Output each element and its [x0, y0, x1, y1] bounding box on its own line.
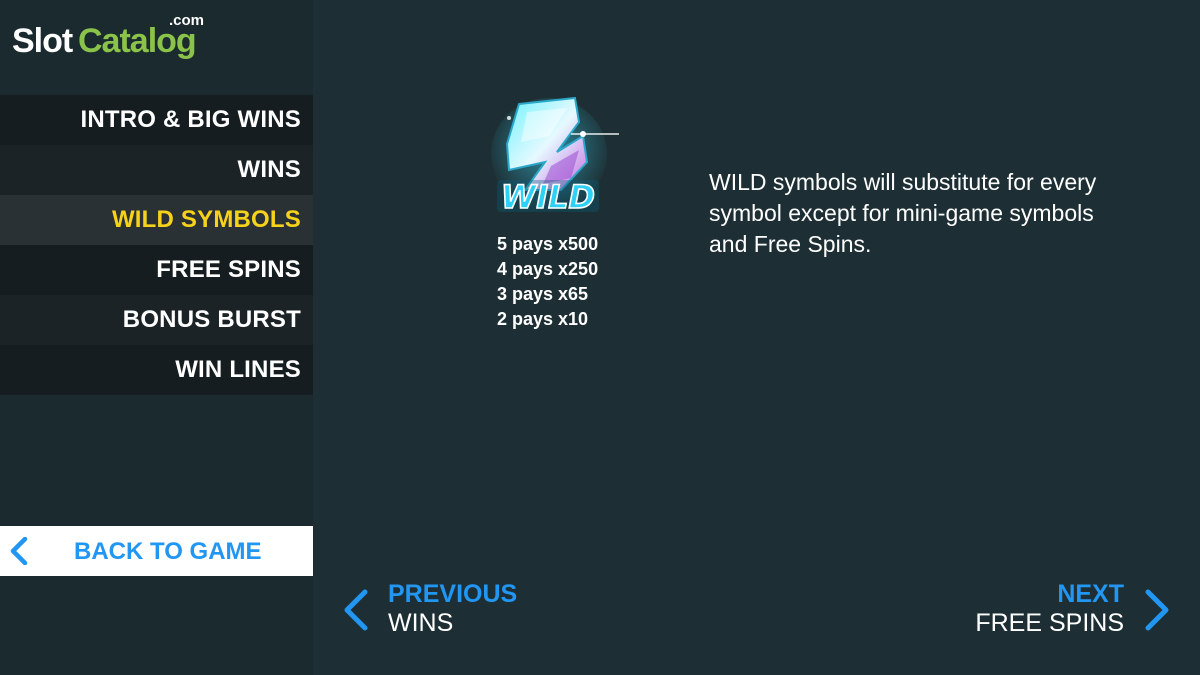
menu-item-bonus-burst[interactable]: BONUS BURST — [0, 295, 313, 345]
chevron-right-icon[interactable] — [1142, 588, 1172, 632]
chevron-left-icon — [10, 537, 28, 565]
pay-row-5: 5 pays x500 — [497, 234, 599, 254]
logo-text-com: .com — [169, 12, 205, 29]
section-menu: INTRO & BIG WINS WINS WILD SYMBOLS FREE … — [0, 95, 313, 395]
slotcatalog-logo: Slot Catalog .com — [12, 12, 222, 60]
menu-item-free-spins[interactable]: FREE SPINS — [0, 245, 313, 295]
paytable-screen: Slot Catalog .com INTRO & BIG WINS WINS … — [0, 0, 1200, 675]
menu-item-intro-big-wins[interactable]: INTRO & BIG WINS — [0, 95, 313, 145]
previous-button[interactable]: PREVIOUS — [388, 580, 517, 609]
sidebar: Slot Catalog .com INTRO & BIG WINS WINS … — [0, 0, 313, 675]
pay-row-3: 3 pays x65 — [497, 284, 589, 304]
menu-item-wild-symbols[interactable]: WILD SYMBOLS — [0, 195, 313, 245]
wild-description: WILD symbols will substitute for every s… — [709, 169, 1097, 257]
back-to-game-button[interactable]: BACK TO GAME — [0, 526, 313, 576]
back-to-game-label: BACK TO GAME — [74, 538, 262, 565]
next-button[interactable]: NEXT — [1057, 580, 1124, 609]
menu-item-wins[interactable]: WINS — [0, 145, 313, 195]
pay-row-4: 4 pays x250 — [497, 259, 599, 279]
pay-row-2: 2 pays x10 — [497, 309, 589, 329]
next-section-label[interactable]: FREE SPINS — [975, 609, 1124, 638]
chevron-left-icon[interactable] — [341, 588, 371, 632]
wild-symbol-icon: WILD — [491, 96, 619, 217]
logo-text-slot: Slot — [12, 22, 73, 60]
previous-section-label[interactable]: WINS — [388, 609, 453, 638]
menu-item-win-lines[interactable]: WIN LINES — [0, 345, 313, 395]
wild-paytable: 5 pays x500 4 pays x250 3 pays x65 2 pay… — [497, 232, 598, 332]
wild-symbol-label: WILD — [501, 178, 595, 216]
